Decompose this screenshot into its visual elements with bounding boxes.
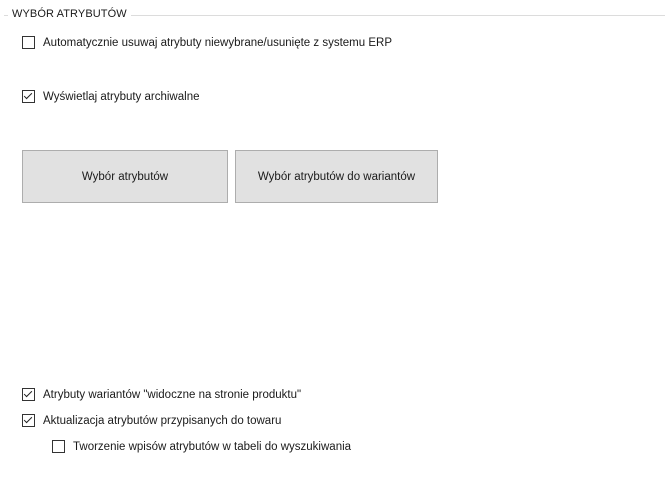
select-attributes-button[interactable]: Wybór atrybutów bbox=[22, 150, 228, 203]
update-assigned-checkbox[interactable]: Aktualizacja atrybutów przypisanych do t… bbox=[22, 414, 281, 427]
show-archived-checkbox[interactable]: Wyświetlaj atrybuty archiwalne bbox=[22, 90, 199, 103]
auto-remove-label: Automatycznie usuwaj atrybuty niewybrane… bbox=[43, 36, 392, 49]
auto-remove-checkbox-box[interactable] bbox=[22, 36, 35, 49]
search-index-label: Tworzenie wpisów atrybutów w tabeli do w… bbox=[73, 440, 352, 453]
update-assigned-checkbox-box[interactable] bbox=[22, 414, 35, 427]
group-title: WYBÓR ATRYBUTÓW bbox=[8, 8, 131, 20]
select-variant-attributes-button[interactable]: Wybór atrybutów do wariantów bbox=[235, 150, 438, 203]
show-archived-label: Wyświetlaj atrybuty archiwalne bbox=[43, 90, 200, 103]
attributes-group-box bbox=[4, 15, 665, 482]
auto-remove-checkbox[interactable]: Automatycznie usuwaj atrybuty niewybrane… bbox=[22, 36, 392, 49]
variant-visible-checkbox[interactable]: Atrybuty wariantów "widoczne na stronie … bbox=[22, 388, 301, 401]
attribute-settings-panel: WYBÓR ATRYBUTÓW Automatycznie usuwaj atr… bbox=[0, 0, 669, 484]
variant-visible-label: Atrybuty wariantów "widoczne na stronie … bbox=[43, 388, 302, 401]
search-index-checkbox-box[interactable] bbox=[52, 440, 65, 453]
search-index-checkbox[interactable]: Tworzenie wpisów atrybutów w tabeli do w… bbox=[52, 440, 351, 453]
show-archived-checkbox-box[interactable] bbox=[22, 90, 35, 103]
update-assigned-label: Aktualizacja atrybutów przypisanych do t… bbox=[43, 414, 282, 427]
variant-visible-checkbox-box[interactable] bbox=[22, 388, 35, 401]
